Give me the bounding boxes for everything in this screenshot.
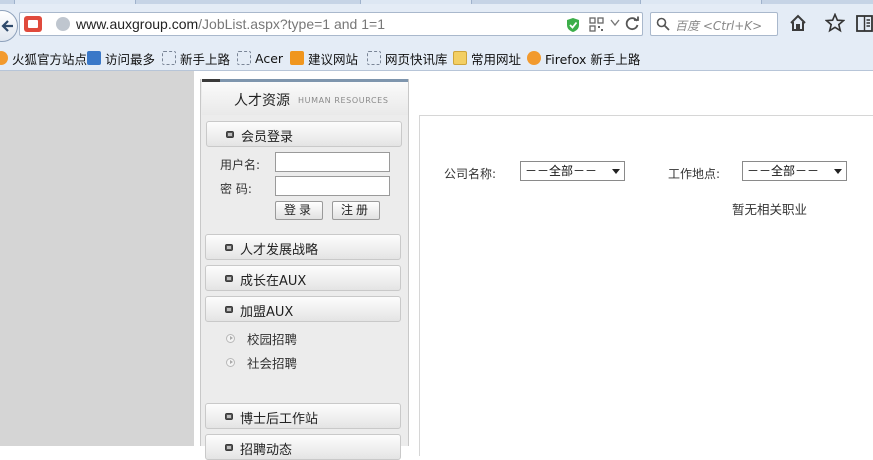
chevron-down-icon[interactable] (610, 19, 620, 27)
bullet-icon (225, 444, 233, 451)
sidebar-header: 人才资源 HUMAN RESOURCES (202, 79, 408, 115)
location-select[interactable]: －－全部－－ (742, 161, 847, 181)
chevron-down-icon (612, 169, 620, 174)
bookmark-item[interactable]: 新手上路 (162, 49, 230, 67)
bookmark-label: Acer (255, 50, 284, 66)
globe-icon (56, 17, 70, 31)
bookmark-item[interactable]: 常用网址 (453, 49, 521, 67)
shield-icon[interactable] (566, 17, 580, 33)
firefox-icon (527, 51, 541, 65)
home-icon[interactable] (789, 14, 807, 32)
job-list-panel: 公司名称: －－全部－－ 工作地点: －－全部－－ 暂无相关职业 (419, 115, 873, 456)
chevron-down-icon (834, 169, 842, 174)
section-label: 会员登录 (241, 130, 294, 145)
bullet-icon (225, 244, 233, 251)
bookmark-label: 火狐官方站点 (12, 51, 88, 67)
sidebar-title: 人才资源 (234, 93, 290, 109)
sidebar: 人才资源 HUMAN RESOURCES 会员登录 (200, 79, 409, 446)
bookmark-label: 建议网站 (308, 51, 359, 67)
sidebar-subtitle: HUMAN RESOURCES (298, 96, 389, 105)
browser-tab[interactable] (14, 0, 136, 4)
login-section-header[interactable]: 会员登录 (206, 121, 402, 147)
subitem-label: 社会招聘 (247, 355, 298, 371)
section-label: 成长在AUX (240, 274, 307, 289)
browser-tab[interactable] (640, 0, 762, 4)
login-button[interactable]: 登录 (275, 201, 323, 220)
subitem-label: 校园招聘 (247, 331, 298, 347)
bookmark-label: 网页快讯库 (385, 51, 448, 67)
bookmarks-menu-icon[interactable] (856, 15, 873, 32)
browser-toolbar: www.auxgroup.com/JobList.aspx?type=1 and… (0, 0, 873, 46)
location-filter-label: 工作地点: (668, 167, 721, 181)
search-icon (656, 17, 670, 31)
bookmark-item[interactable]: 网页快讯库 (367, 49, 448, 67)
bullet-icon (226, 131, 234, 138)
section-label: 招聘动态 (240, 443, 293, 458)
sidebar-subitem-campus-recruitment[interactable]: 校园招聘 (226, 329, 297, 347)
section-label: 人才发展战略 (240, 243, 319, 258)
url-path: /JobList.aspx?type=1 and 1=1 (198, 16, 385, 32)
url-text[interactable]: www.auxgroup.com/JobList.aspx?type=1 and… (76, 16, 385, 32)
bookmark-item[interactable]: Firefox 新手上路 (527, 49, 640, 67)
bookmark-item[interactable]: 火狐官方站点 (0, 49, 87, 67)
arrow-bullet-icon (226, 333, 235, 343)
suggested-sites-icon (290, 51, 304, 65)
tab-strip (0, 0, 873, 4)
sidebar-item-grow-at-aux[interactable]: 成长在AUX (205, 265, 401, 291)
section-label: 加盟AUX (240, 305, 294, 320)
browser-tab[interactable] (360, 0, 472, 4)
arrow-bullet-icon (226, 357, 235, 367)
page-icon (237, 51, 251, 65)
location-select-value: －－全部－－ (747, 164, 820, 178)
bookmark-star-icon[interactable] (825, 13, 845, 33)
search-placeholder: 百度 <Ctrl+K> (675, 19, 763, 33)
site-identity-icon[interactable] (24, 16, 42, 32)
password-field[interactable] (275, 176, 390, 196)
bookmark-label: 新手上路 (180, 51, 231, 67)
search-input[interactable]: 百度 <Ctrl+K> (650, 12, 778, 36)
sidebar-item-join-aux[interactable]: 加盟AUX (205, 296, 401, 322)
page-background (0, 71, 194, 446)
company-select[interactable]: －－全部－－ (520, 161, 625, 181)
company-select-value: －－全部－－ (525, 164, 598, 178)
password-label: 密 码: (220, 182, 252, 196)
bookmark-label: Firefox 新手上路 (545, 51, 641, 67)
bullet-icon (225, 275, 233, 282)
back-arrow-icon (1, 20, 13, 32)
page-icon (367, 51, 381, 65)
header-accent (202, 79, 220, 82)
bookmarks-toolbar: 火狐官方站点 访问最多 新手上路 Acer 建议网站 网页快讯库 常用网址 Fi… (0, 46, 873, 71)
section-label: 博士后工作站 (240, 412, 319, 427)
company-filter-label: 公司名称: (444, 167, 497, 181)
sidebar-item-postdoc-station[interactable]: 博士后工作站 (205, 403, 401, 429)
firefox-icon (0, 51, 8, 65)
username-label: 用户名: (220, 158, 261, 172)
folder-icon (453, 51, 467, 65)
address-bar[interactable]: www.auxgroup.com/JobList.aspx?type=1 and… (19, 12, 643, 36)
sidebar-item-recruitment-news[interactable]: 招聘动态 (205, 434, 401, 460)
bookmark-item[interactable]: Acer (237, 49, 283, 67)
bookmark-item[interactable]: 访问最多 (87, 49, 155, 67)
bullet-icon (225, 306, 233, 313)
back-button[interactable] (0, 10, 18, 42)
url-host: www.auxgroup.com (76, 16, 199, 32)
empty-results-message: 暂无相关职业 (732, 202, 808, 217)
register-button[interactable]: 注册 (332, 201, 380, 220)
page-icon (162, 51, 176, 65)
bullet-icon (225, 413, 233, 420)
bookmark-label: 常用网址 (471, 51, 522, 67)
bookmark-label: 访问最多 (105, 51, 156, 67)
reload-icon[interactable] (625, 16, 640, 31)
sidebar-subitem-social-recruitment[interactable]: 社会招聘 (226, 353, 297, 371)
qr-code-icon[interactable] (589, 17, 604, 32)
sidebar-item-talent-strategy[interactable]: 人才发展战略 (205, 234, 401, 260)
username-field[interactable] (275, 152, 390, 172)
bookmark-item[interactable]: 建议网站 (290, 49, 358, 67)
most-visited-icon (87, 51, 101, 65)
